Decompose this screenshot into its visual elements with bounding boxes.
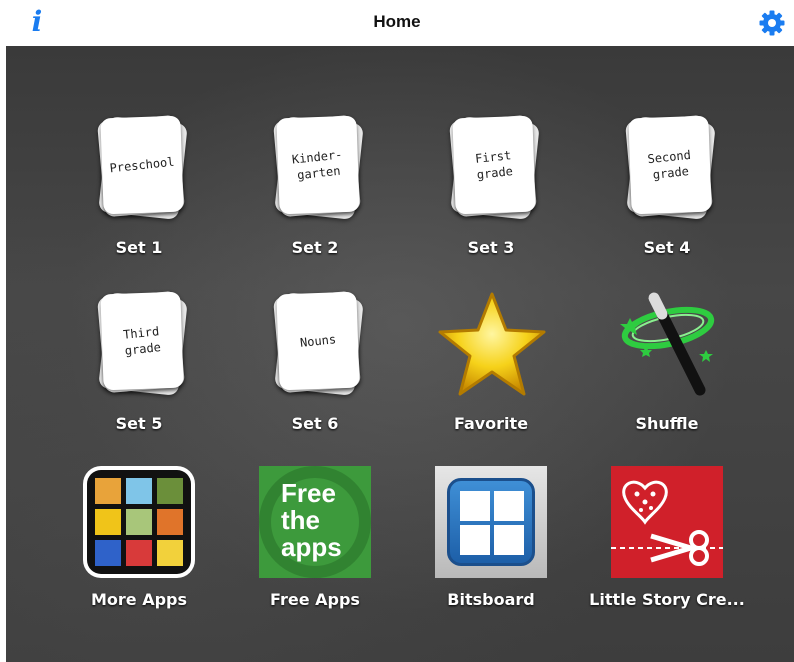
free-apps-icon-text: apps bbox=[281, 532, 342, 562]
set-tile-2[interactable]: Kinder- garten Set 2 bbox=[230, 114, 400, 284]
set-label: Set 2 bbox=[291, 238, 339, 257]
navigation-bar: i Home bbox=[0, 0, 794, 46]
more-apps-tile[interactable]: More Apps bbox=[54, 466, 224, 636]
shuffle-tile[interactable]: Shuffle bbox=[582, 290, 752, 460]
bitsboard-label: Bitsboard bbox=[447, 590, 535, 609]
card-stack-icon: Kinder- garten bbox=[272, 114, 364, 220]
set-tile-6[interactable]: Nouns Set 6 bbox=[230, 290, 400, 460]
card-text: Kinder- garten bbox=[291, 147, 344, 183]
set-tile-5[interactable]: Third grade Set 5 bbox=[54, 290, 224, 460]
card-text: Preschool bbox=[108, 154, 176, 176]
shuffle-label: Shuffle bbox=[635, 414, 699, 433]
set-tile-1[interactable]: Preschool Set 1 bbox=[54, 114, 224, 284]
bitsboard-icon bbox=[435, 466, 547, 578]
set-label: Set 3 bbox=[467, 238, 515, 257]
home-grid: Preschool Set 1 Kinder- garten Set 2 Fir… bbox=[6, 46, 794, 662]
free-the-apps-icon: Free the apps bbox=[259, 466, 371, 578]
magic-wand-icon bbox=[620, 292, 715, 396]
free-apps-icon-text: Free bbox=[281, 478, 336, 508]
set-tile-4[interactable]: Second grade Set 4 bbox=[582, 114, 752, 284]
page-title: Home bbox=[373, 12, 421, 31]
card-stack-icon: Third grade bbox=[96, 290, 188, 396]
set-label: Set 1 bbox=[115, 238, 163, 257]
star-icon bbox=[438, 292, 546, 396]
card-text: Nouns bbox=[299, 332, 337, 350]
set-tile-3[interactable]: First grade Set 3 bbox=[406, 114, 576, 284]
card-stack-icon: First grade bbox=[448, 114, 540, 220]
card-stack-icon: Second grade bbox=[624, 114, 716, 220]
little-story-creator-icon bbox=[611, 466, 723, 578]
free-apps-tile[interactable]: Free the apps Free Apps bbox=[230, 466, 400, 636]
favorite-label: Favorite bbox=[453, 414, 529, 433]
more-apps-label: More Apps bbox=[90, 590, 188, 609]
little-story-creator-tile[interactable]: Little Story Cre... bbox=[582, 466, 752, 636]
set-label: Set 5 bbox=[115, 414, 163, 433]
card-text: Second grade bbox=[646, 147, 692, 182]
favorite-tile[interactable]: Favorite bbox=[406, 290, 576, 460]
card-stack-icon: Preschool bbox=[96, 114, 188, 220]
card-text: Third grade bbox=[122, 324, 162, 358]
bitsboard-tile[interactable]: Bitsboard bbox=[406, 466, 576, 636]
gear-icon[interactable] bbox=[758, 9, 786, 37]
card-stack-icon: Nouns bbox=[272, 290, 364, 396]
free-apps-label: Free Apps bbox=[270, 590, 360, 609]
little-story-creator-label: Little Story Cre... bbox=[589, 590, 745, 609]
more-apps-grid-icon bbox=[83, 466, 195, 578]
set-label: Set 6 bbox=[291, 414, 339, 433]
free-apps-icon-text: the bbox=[281, 505, 320, 535]
set-label: Set 4 bbox=[643, 238, 691, 257]
card-text: First grade bbox=[474, 148, 514, 182]
